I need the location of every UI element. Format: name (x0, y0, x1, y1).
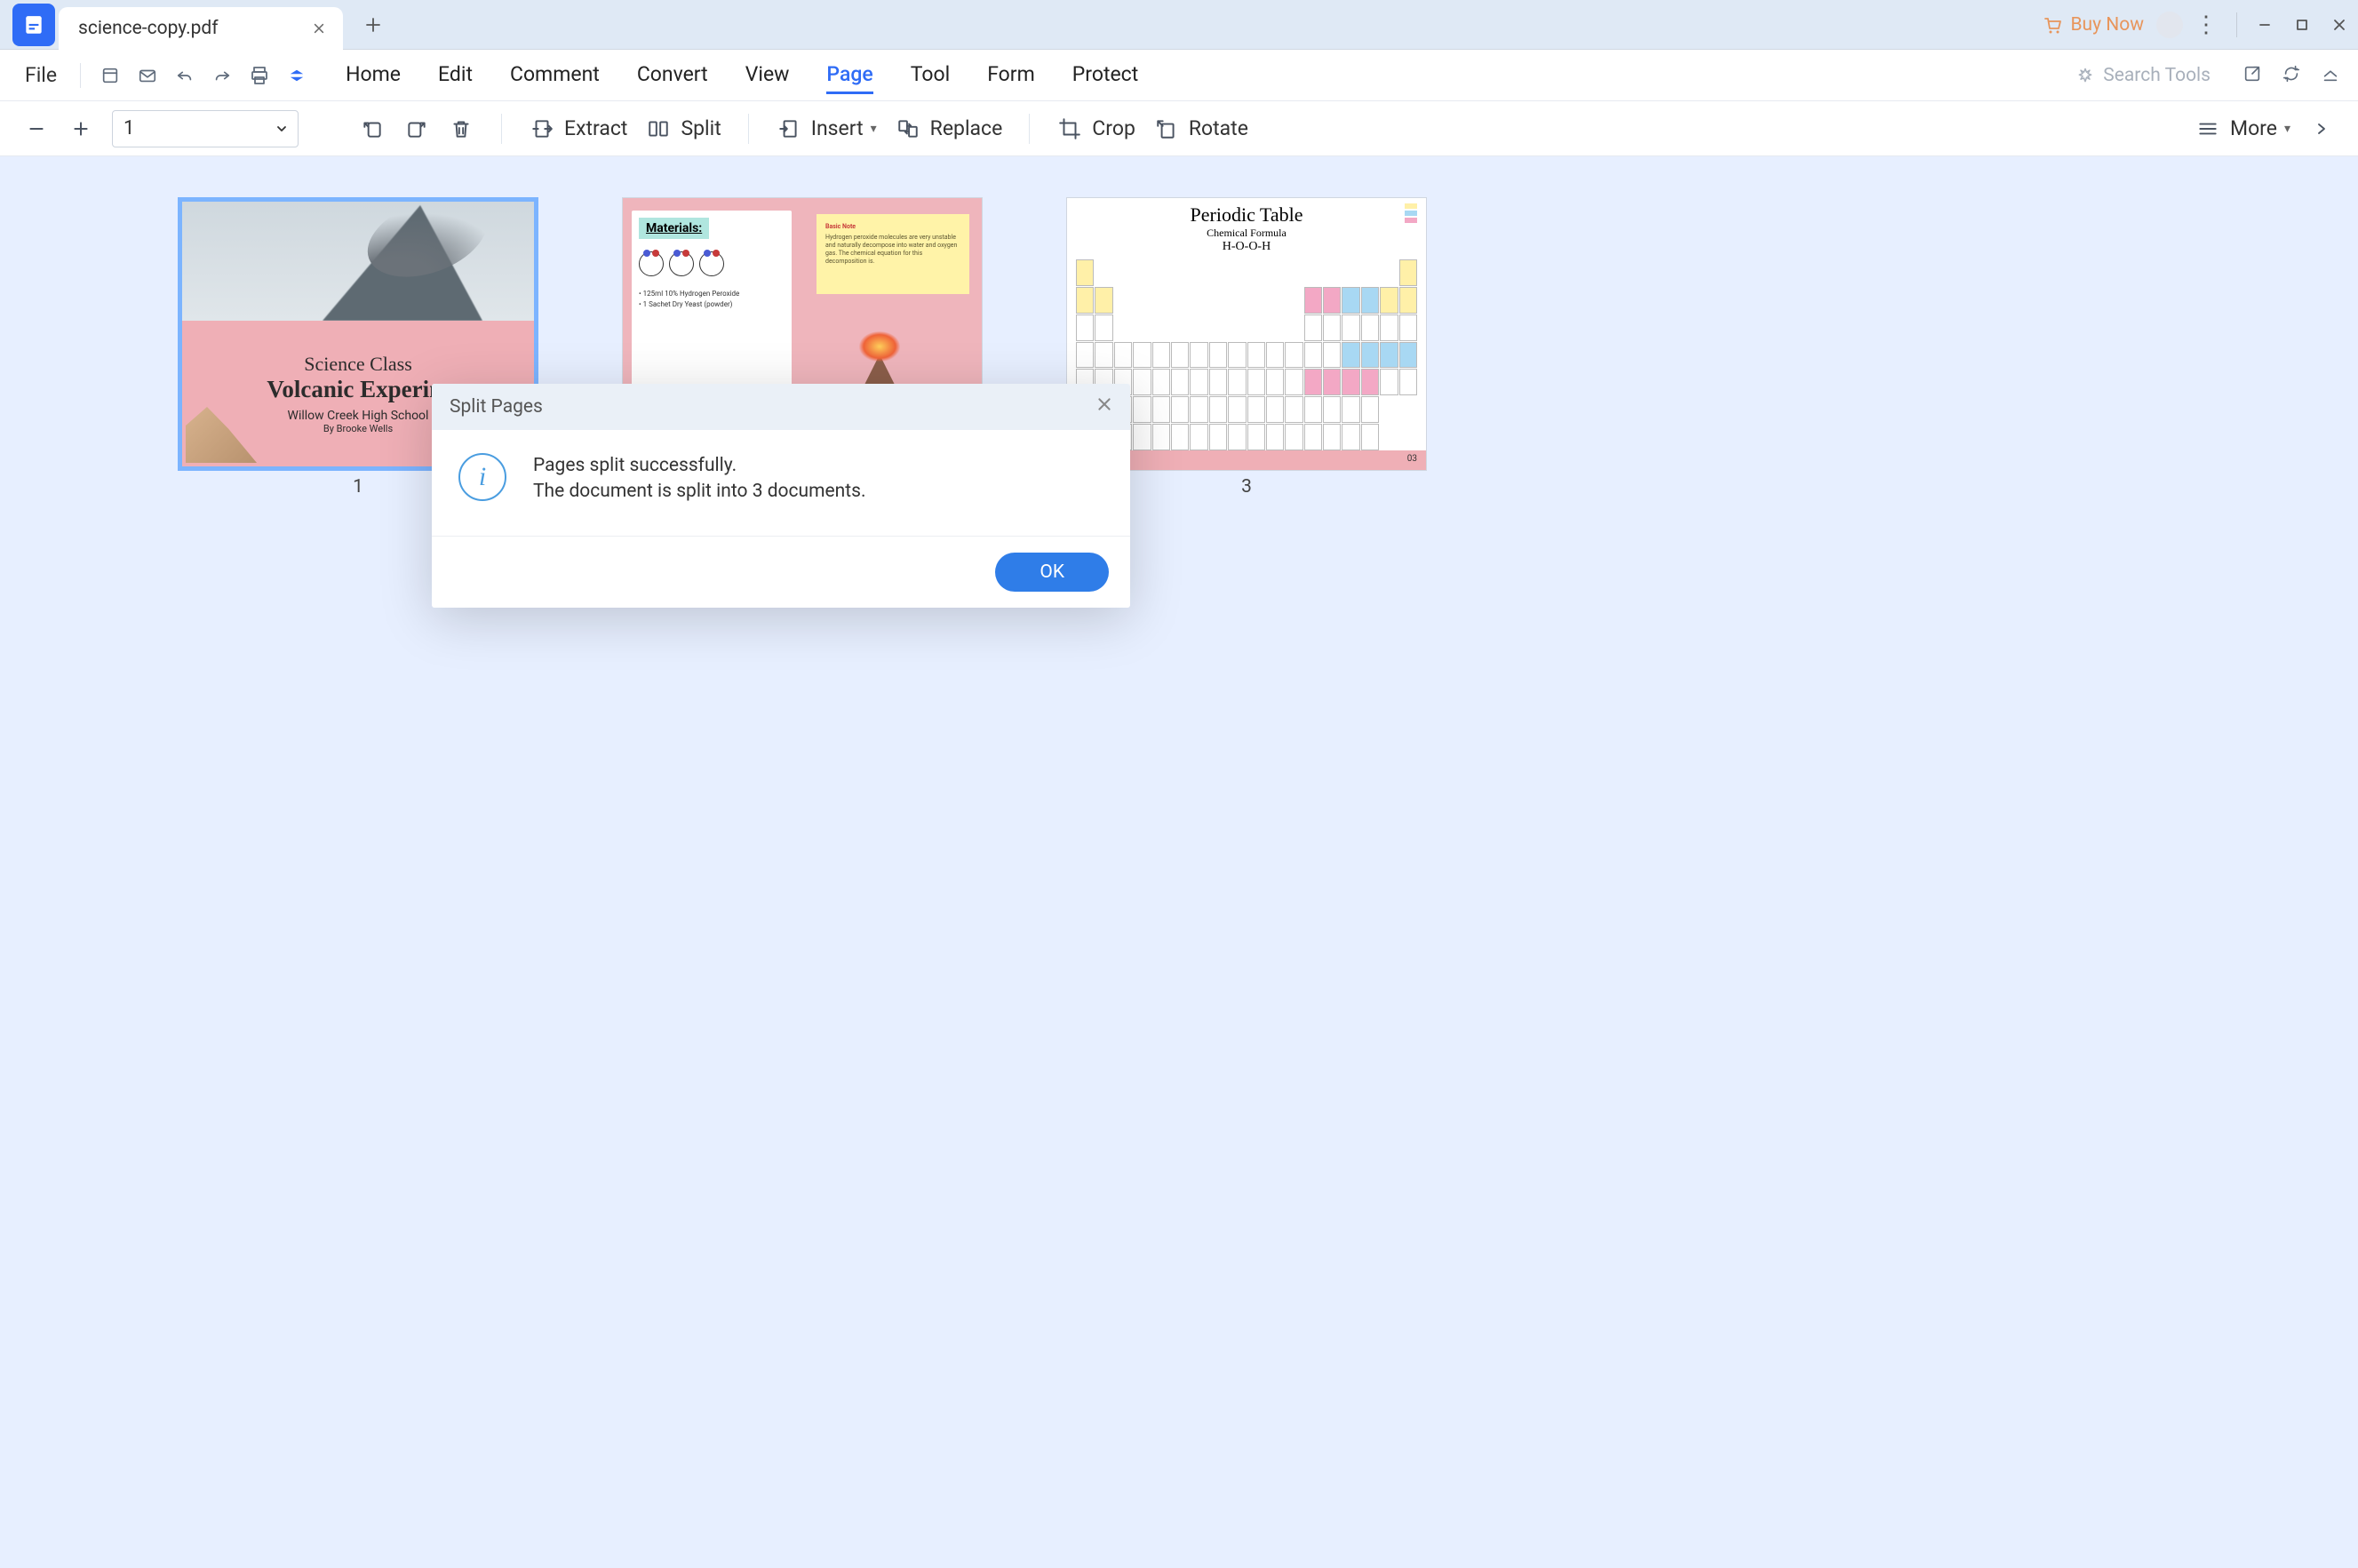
menu-edit[interactable]: Edit (438, 57, 473, 94)
extract-button[interactable]: Extract (529, 115, 627, 142)
chevron-down-icon: ▾ (871, 122, 877, 136)
file-menu[interactable]: File (18, 60, 64, 91)
dialog-title: Split Pages (450, 396, 543, 418)
rotate-left-page-icon[interactable] (359, 115, 386, 142)
divider (80, 63, 81, 88)
divider (748, 114, 749, 144)
thumb3-title: Periodic Table (1067, 203, 1426, 227)
thumb2-note: Basic Note Hydrogen peroxide molecules a… (817, 214, 969, 294)
thumb2-note-body: Hydrogen peroxide molecules are very uns… (825, 234, 957, 265)
chevron-down-icon: ▾ (2284, 122, 2290, 136)
crop-label: Crop (1092, 116, 1135, 140)
crop-button[interactable]: Crop (1056, 115, 1135, 142)
thumb1-line2: Volcanic Experim (267, 376, 449, 403)
quick-tools-icon[interactable] (283, 62, 310, 89)
rotate-label: Rotate (1189, 116, 1248, 140)
insert-label: Insert (811, 116, 864, 140)
titlebar: science-copy.pdf Buy Now ⋮ (0, 0, 2358, 50)
thumb1-line3: Willow Creek High School (288, 409, 429, 423)
thumb2-materials: Materials: (639, 218, 709, 239)
open-icon[interactable] (97, 62, 123, 89)
document-tab[interactable]: science-copy.pdf (59, 7, 343, 50)
dialog-message: Pages split successfully. The document i… (533, 453, 865, 505)
zoom-in-icon[interactable] (68, 115, 94, 142)
dialog-close-button[interactable] (1096, 396, 1112, 418)
thumb3-sub2: H-O-O-H (1067, 240, 1426, 254)
more-label: More (2230, 116, 2277, 140)
buy-now-button[interactable]: Buy Now (2042, 14, 2144, 36)
extract-label: Extract (564, 116, 627, 140)
page-number-input[interactable]: 1 (112, 110, 299, 147)
page-thumbnails-area: Science Class Volcanic Experim Willow Cr… (0, 156, 2358, 1568)
thumb2-bullets: • 125ml 10% Hydrogen Peroxide • 1 Sachet… (639, 289, 785, 310)
more-button[interactable]: More ▾ (2195, 115, 2290, 142)
menu-protect[interactable]: Protect (1072, 57, 1138, 94)
thumb1-line1: Science Class (304, 353, 412, 376)
split-button[interactable]: Split (645, 115, 721, 142)
insert-button[interactable]: Insert ▾ (776, 115, 877, 142)
search-tools[interactable]: Search Tools (2076, 65, 2211, 86)
thumb3-label: 3 (1241, 476, 1252, 497)
new-tab-button[interactable] (359, 11, 387, 39)
page-number-value: 1 (123, 117, 134, 139)
rotate-right-page-icon[interactable] (403, 115, 430, 142)
window-minimize-button[interactable] (2246, 6, 2283, 44)
dialog-titlebar: Split Pages (432, 384, 1130, 430)
undo-icon[interactable] (171, 62, 198, 89)
buy-now-label: Buy Now (2070, 14, 2144, 36)
tab-close-icon[interactable] (311, 20, 327, 36)
menu-convert[interactable]: Convert (637, 57, 708, 94)
rotate-button[interactable]: Rotate (1153, 115, 1248, 142)
menubar: File Home Edit Comment Convert View Page Tool F… (0, 50, 2358, 101)
main-menu: Home Edit Comment Convert View Page Tool Form Pr… (346, 57, 1138, 94)
actionbar: 1 Extract Split Insert ▾ Replace Crop Ro… (0, 101, 2358, 156)
extract-icon (529, 115, 555, 142)
thumb1-label: 1 (353, 476, 363, 497)
dialog-ok-button[interactable]: OK (995, 553, 1109, 592)
collapse-ribbon-icon[interactable] (2321, 64, 2340, 87)
divider (1029, 114, 1030, 144)
redo-icon[interactable] (209, 62, 235, 89)
search-tools-placeholder: Search Tools (2103, 65, 2211, 86)
dialog-msg1: Pages split successfully. (533, 453, 865, 479)
window-maximize-button[interactable] (2283, 6, 2321, 44)
mail-icon[interactable] (134, 62, 161, 89)
split-label: Split (681, 116, 721, 140)
menu-form[interactable]: Form (987, 57, 1035, 94)
sync-icon[interactable] (2282, 64, 2301, 87)
thumb3-legend (1405, 203, 1417, 223)
thumb2-note-title: Basic Note (825, 223, 960, 231)
kebab-menu-icon[interactable]: ⋮ (2194, 13, 2219, 36)
replace-label: Replace (930, 116, 1003, 140)
divider (501, 114, 502, 144)
info-icon: i (458, 453, 506, 501)
menu-view[interactable]: View (745, 57, 790, 94)
user-avatar[interactable] (2156, 12, 2183, 38)
delete-page-icon[interactable] (448, 115, 474, 142)
replace-button[interactable]: Replace (895, 115, 1003, 142)
window-close-button[interactable] (2321, 6, 2358, 44)
insert-icon (776, 115, 802, 142)
thumb1-line4: By Brooke Wells (323, 423, 393, 434)
menu-home[interactable]: Home (346, 57, 401, 94)
crop-icon (1056, 115, 1083, 142)
split-icon (645, 115, 672, 142)
overflow-right-icon[interactable] (2308, 115, 2335, 142)
menu-tool[interactable]: Tool (911, 57, 950, 94)
divider (2236, 12, 2237, 37)
document-name: science-copy.pdf (78, 18, 219, 39)
menu-comment[interactable]: Comment (510, 57, 600, 94)
thumb3-sub1: Chemical Formula (1067, 227, 1426, 240)
zoom-out-icon[interactable] (23, 115, 50, 142)
split-pages-dialog: Split Pages i Pages split successfully. … (432, 384, 1130, 608)
app-logo (12, 4, 55, 46)
print-icon[interactable] (246, 62, 273, 89)
rotate-icon (1153, 115, 1180, 142)
share-icon[interactable] (2242, 64, 2262, 87)
menu-page[interactable]: Page (826, 57, 872, 94)
replace-icon (895, 115, 921, 142)
more-icon (2195, 115, 2221, 142)
dialog-msg2: The document is split into 3 documents. (533, 479, 865, 505)
